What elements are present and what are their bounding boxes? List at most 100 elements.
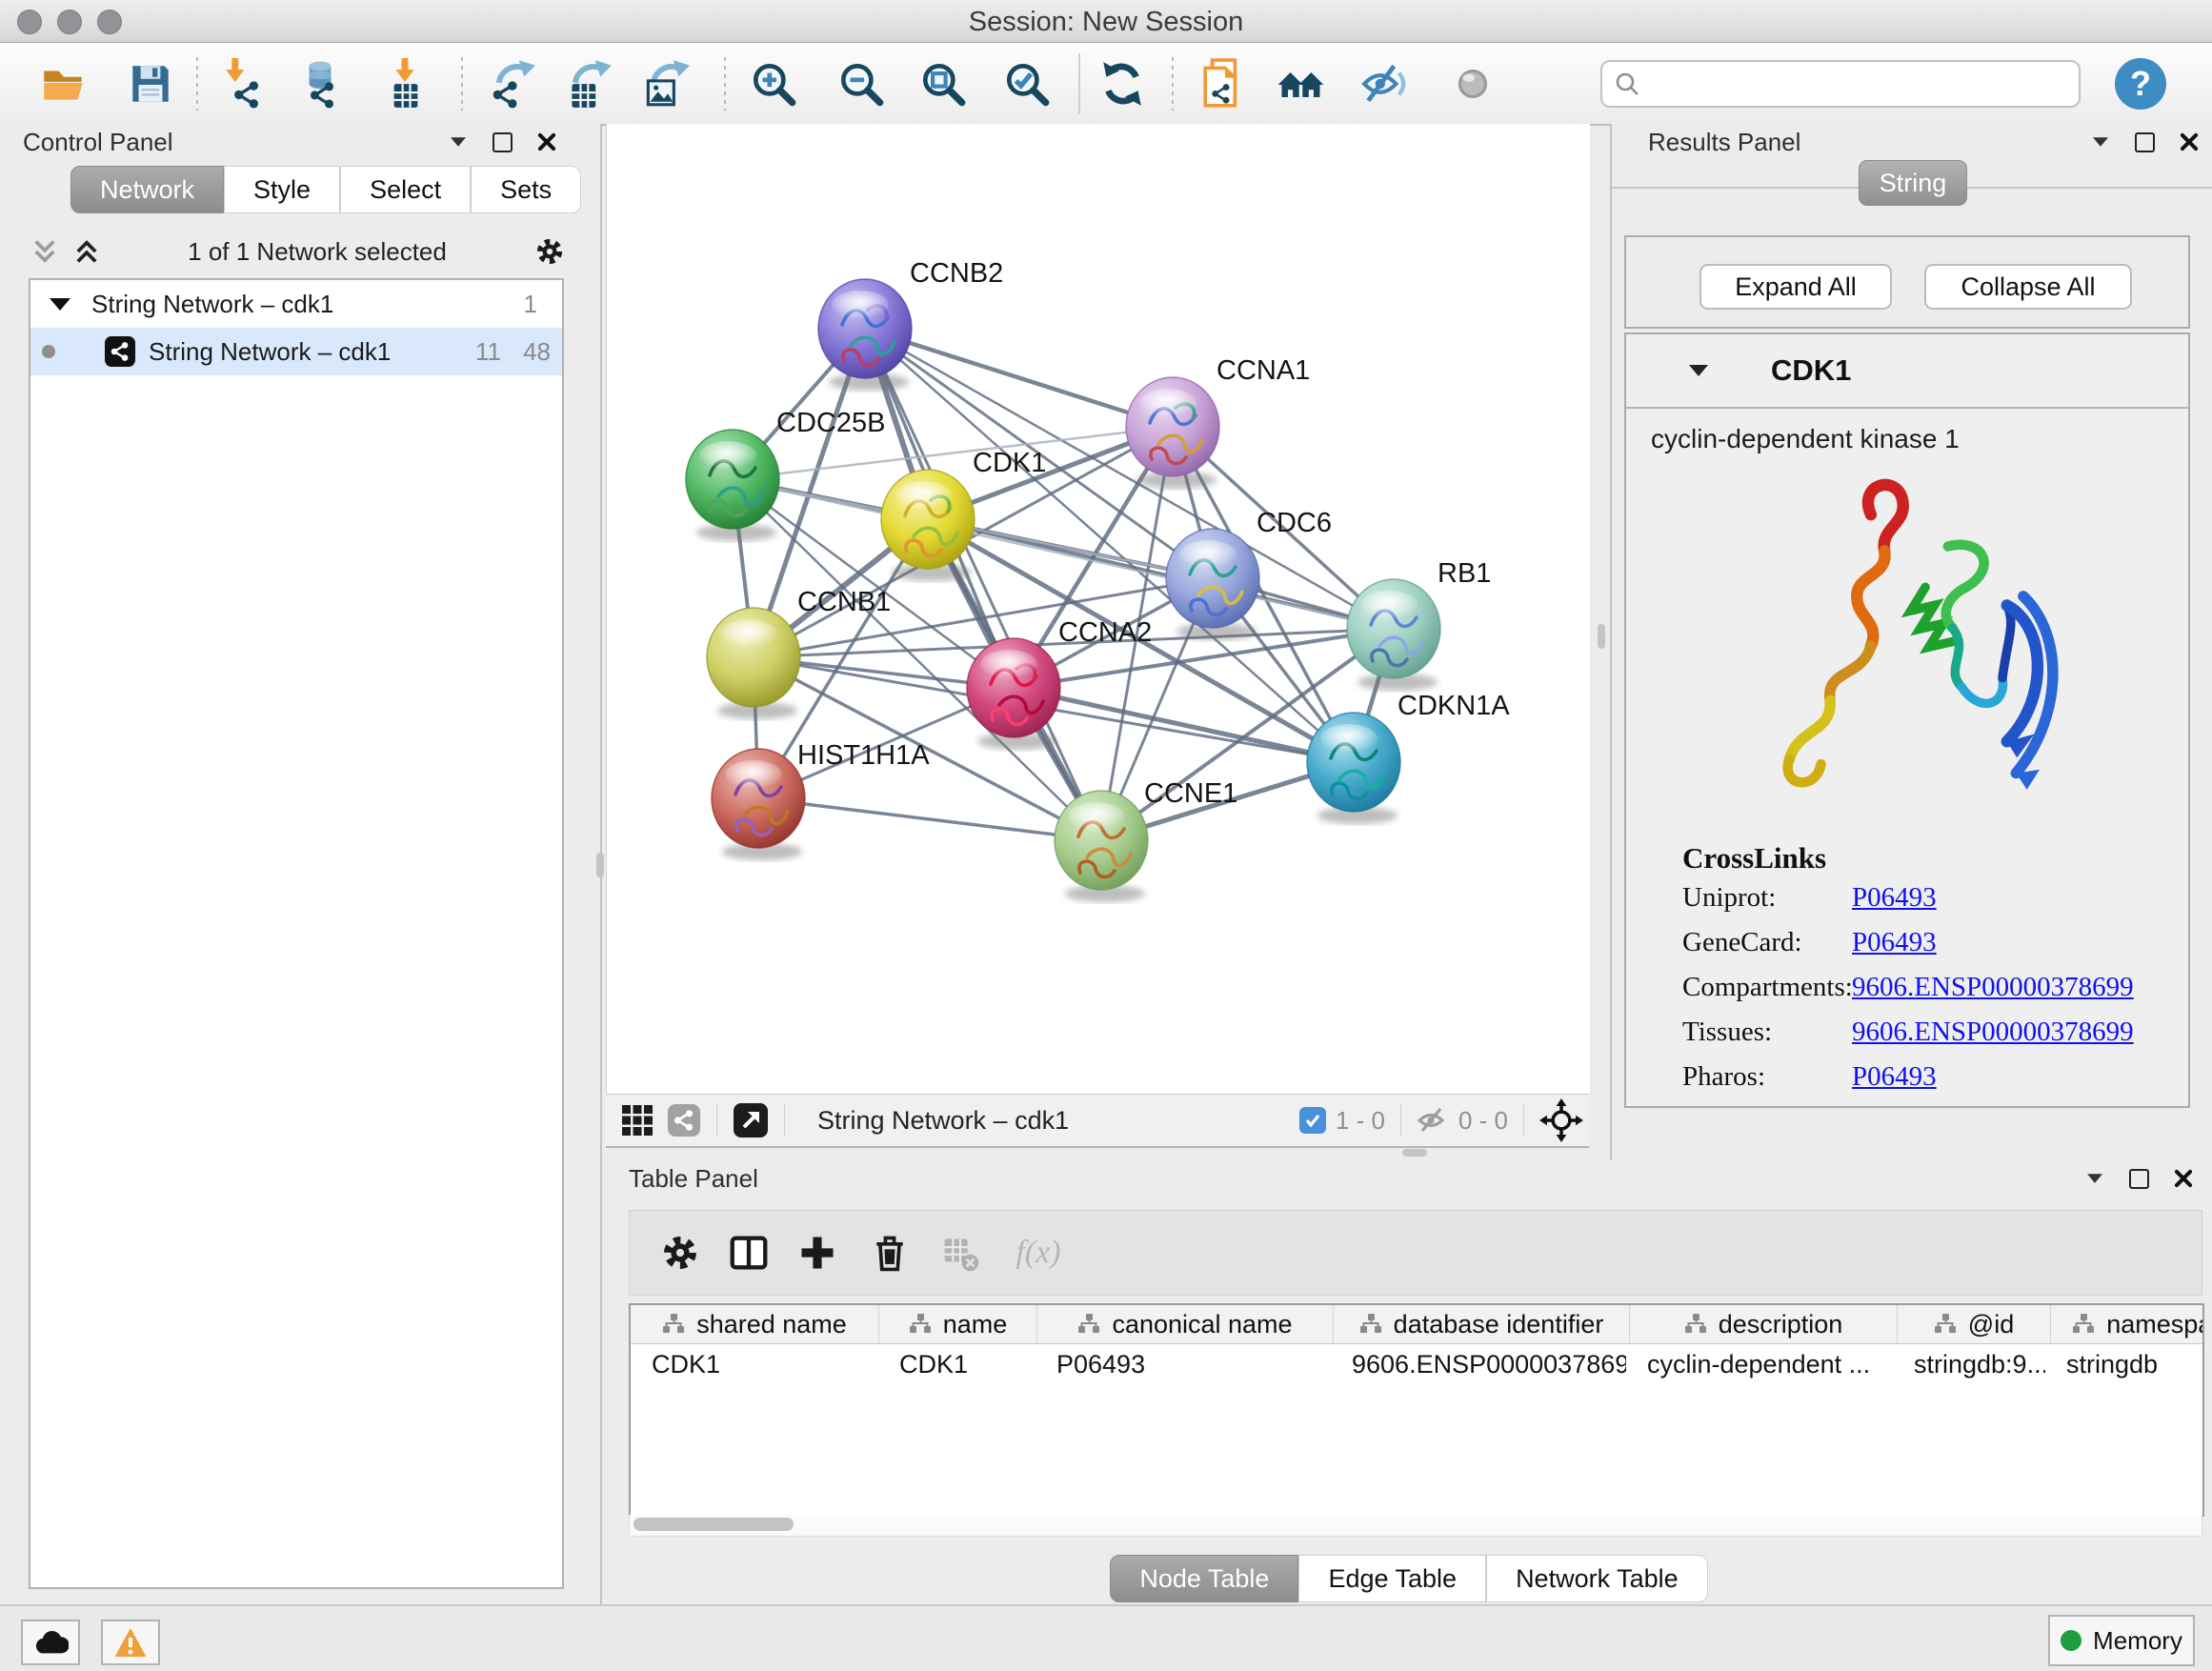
column-header-shared-name[interactable]: shared name bbox=[631, 1305, 879, 1343]
zoom-fit-button[interactable] bbox=[915, 55, 972, 112]
table-settings-button[interactable] bbox=[651, 1223, 710, 1282]
table-row[interactable]: CDK1CDK1P064939606.ENSP00000378699cyclin… bbox=[631, 1344, 2202, 1384]
close-panel-icon[interactable] bbox=[537, 132, 556, 151]
table-cell[interactable]: stringdb bbox=[2045, 1350, 2204, 1379]
column-header-database-identifier[interactable]: database identifier bbox=[1334, 1305, 1630, 1343]
zoom-out-button[interactable] bbox=[833, 55, 890, 112]
table-horizontal-scrollbar[interactable] bbox=[629, 1515, 2202, 1537]
network-node[interactable] bbox=[707, 608, 800, 719]
string-network-icon bbox=[105, 336, 135, 367]
network-row-selected[interactable]: String Network – cdk1 11 48 bbox=[30, 328, 562, 375]
zoom-in-button[interactable] bbox=[745, 55, 802, 112]
export-network-button[interactable] bbox=[484, 55, 541, 112]
table-cell[interactable]: cyclin-dependent ... bbox=[1626, 1350, 1893, 1379]
expand-all-chevrons-icon[interactable] bbox=[30, 237, 59, 266]
table-cell[interactable]: CDK1 bbox=[878, 1350, 1036, 1379]
network-node[interactable] bbox=[686, 430, 779, 541]
export-image-button[interactable] bbox=[636, 55, 694, 112]
add-column-button[interactable] bbox=[788, 1223, 847, 1282]
import-network-from-database-button[interactable] bbox=[292, 55, 349, 112]
cloud-status-button[interactable] bbox=[21, 1620, 80, 1665]
network-node[interactable] bbox=[1307, 713, 1400, 824]
import-table-button[interactable] bbox=[377, 55, 434, 112]
tab-node-table[interactable]: Node Table bbox=[1110, 1555, 1298, 1602]
delete-column-button[interactable] bbox=[860, 1223, 919, 1282]
panel-menu-icon[interactable] bbox=[2087, 1174, 2102, 1183]
crosslink-value-link[interactable]: P06493 bbox=[1852, 1061, 1937, 1093]
tab-edge-table[interactable]: Edge Table bbox=[1298, 1555, 1486, 1602]
collection-expand-icon[interactable] bbox=[50, 298, 70, 311]
table-cell[interactable]: CDK1 bbox=[631, 1350, 878, 1379]
network-node[interactable] bbox=[1055, 791, 1148, 902]
results-panel-title: Results Panel bbox=[1648, 128, 1800, 157]
refresh-button[interactable] bbox=[1094, 55, 1151, 112]
hide-panel-button[interactable] bbox=[1357, 55, 1414, 112]
splitter-handle[interactable] bbox=[1402, 1149, 1427, 1157]
show-panel-button[interactable] bbox=[1444, 55, 1501, 112]
network-node[interactable] bbox=[1126, 377, 1219, 489]
tab-network-table[interactable]: Network Table bbox=[1486, 1555, 1708, 1602]
table-cell[interactable]: stringdb:9... bbox=[1893, 1350, 2045, 1379]
column-header-canonical-name[interactable]: canonical name bbox=[1037, 1305, 1334, 1343]
column-header-description[interactable]: description bbox=[1630, 1305, 1898, 1343]
crosslink-value-link[interactable]: 9606.ENSP00000378699 bbox=[1852, 1017, 2134, 1048]
function-builder-button[interactable]: f(x) bbox=[1009, 1223, 1068, 1282]
crosslink-value-link[interactable]: 9606.ENSP00000378699 bbox=[1852, 972, 2134, 1003]
open-session-button[interactable] bbox=[36, 55, 93, 112]
open-ndex-browser-button[interactable] bbox=[1273, 55, 1330, 112]
expand-all-button[interactable]: Expand All bbox=[1699, 264, 1892, 310]
splitter-handle[interactable] bbox=[596, 853, 604, 877]
show-columns-button[interactable] bbox=[719, 1223, 778, 1282]
tab-sets[interactable]: Sets bbox=[471, 166, 581, 213]
splitter-handle[interactable] bbox=[1598, 624, 1605, 649]
close-panel-icon[interactable] bbox=[2174, 1169, 2193, 1188]
tab-style[interactable]: Style bbox=[224, 166, 340, 213]
memory-button[interactable]: Memory bbox=[2048, 1615, 2195, 1666]
tab-string[interactable]: String bbox=[1859, 160, 1967, 206]
network-node[interactable] bbox=[712, 749, 805, 860]
warnings-button[interactable] bbox=[101, 1620, 160, 1665]
network-node[interactable] bbox=[881, 470, 975, 581]
export-to-ndex-button[interactable] bbox=[1196, 55, 1254, 112]
network-node[interactable] bbox=[818, 279, 912, 391]
export-table-button[interactable] bbox=[560, 55, 617, 112]
column-header-namespace[interactable]: namespace bbox=[2051, 1305, 2204, 1343]
network-collection-row[interactable]: String Network – cdk1 1 bbox=[30, 280, 562, 328]
column-header--id[interactable]: @id bbox=[1898, 1305, 2051, 1343]
collapse-all-button[interactable]: Collapse All bbox=[1924, 264, 2132, 310]
tab-network[interactable]: Network bbox=[70, 166, 224, 213]
float-panel-icon[interactable] bbox=[493, 132, 513, 152]
panel-menu-icon[interactable] bbox=[2093, 137, 2108, 147]
float-panel-icon[interactable] bbox=[2129, 1169, 2149, 1189]
search-input[interactable] bbox=[1640, 65, 2079, 103]
tab-select[interactable]: Select bbox=[340, 166, 471, 213]
close-panel-icon[interactable] bbox=[2180, 132, 2199, 151]
network-node[interactable] bbox=[1347, 579, 1440, 691]
help-button[interactable]: ? bbox=[2115, 58, 2166, 110]
fit-content-crosshair-icon[interactable] bbox=[1539, 1098, 1583, 1142]
selected-checkbox[interactable] bbox=[1299, 1107, 1326, 1134]
protein-card-header[interactable]: CDK1 bbox=[1626, 334, 2188, 409]
save-session-button[interactable] bbox=[122, 55, 179, 112]
open-in-new-window-icon[interactable] bbox=[733, 1102, 769, 1138]
crosslink-value-link[interactable]: P06493 bbox=[1852, 927, 1937, 958]
collapse-section-icon[interactable] bbox=[1689, 365, 1708, 376]
scrollbar-thumb[interactable] bbox=[633, 1518, 794, 1531]
share-view-icon[interactable] bbox=[667, 1103, 701, 1137]
node-table[interactable]: shared namenamecanonical namedatabase id… bbox=[629, 1303, 2204, 1517]
column-header-name[interactable]: name bbox=[879, 1305, 1037, 1343]
birds-eye-grid-icon[interactable] bbox=[621, 1104, 654, 1137]
float-panel-icon[interactable] bbox=[2135, 132, 2155, 152]
search-box[interactable] bbox=[1600, 60, 2081, 108]
import-network-button[interactable] bbox=[213, 55, 271, 112]
crosslink-value-link[interactable]: P06493 bbox=[1852, 882, 1937, 914]
collapse-all-chevrons-icon[interactable] bbox=[72, 237, 101, 266]
gear-icon[interactable] bbox=[533, 235, 566, 268]
network-graph[interactable]: CCNB2CCNA1CDC25BCDK1CDC6RB1CCNB1CCNA2CDK… bbox=[607, 124, 1590, 1094]
zoom-selected-button[interactable] bbox=[998, 55, 1056, 112]
network-canvas[interactable]: CCNB2CCNA1CDC25BCDK1CDC6RB1CCNB1CCNA2CDK… bbox=[606, 124, 1590, 1094]
panel-menu-icon[interactable] bbox=[451, 137, 466, 147]
table-cell[interactable]: P06493 bbox=[1036, 1350, 1331, 1379]
table-cell[interactable]: 9606.ENSP00000378699 bbox=[1331, 1350, 1626, 1379]
delete-table-button[interactable] bbox=[931, 1223, 990, 1282]
